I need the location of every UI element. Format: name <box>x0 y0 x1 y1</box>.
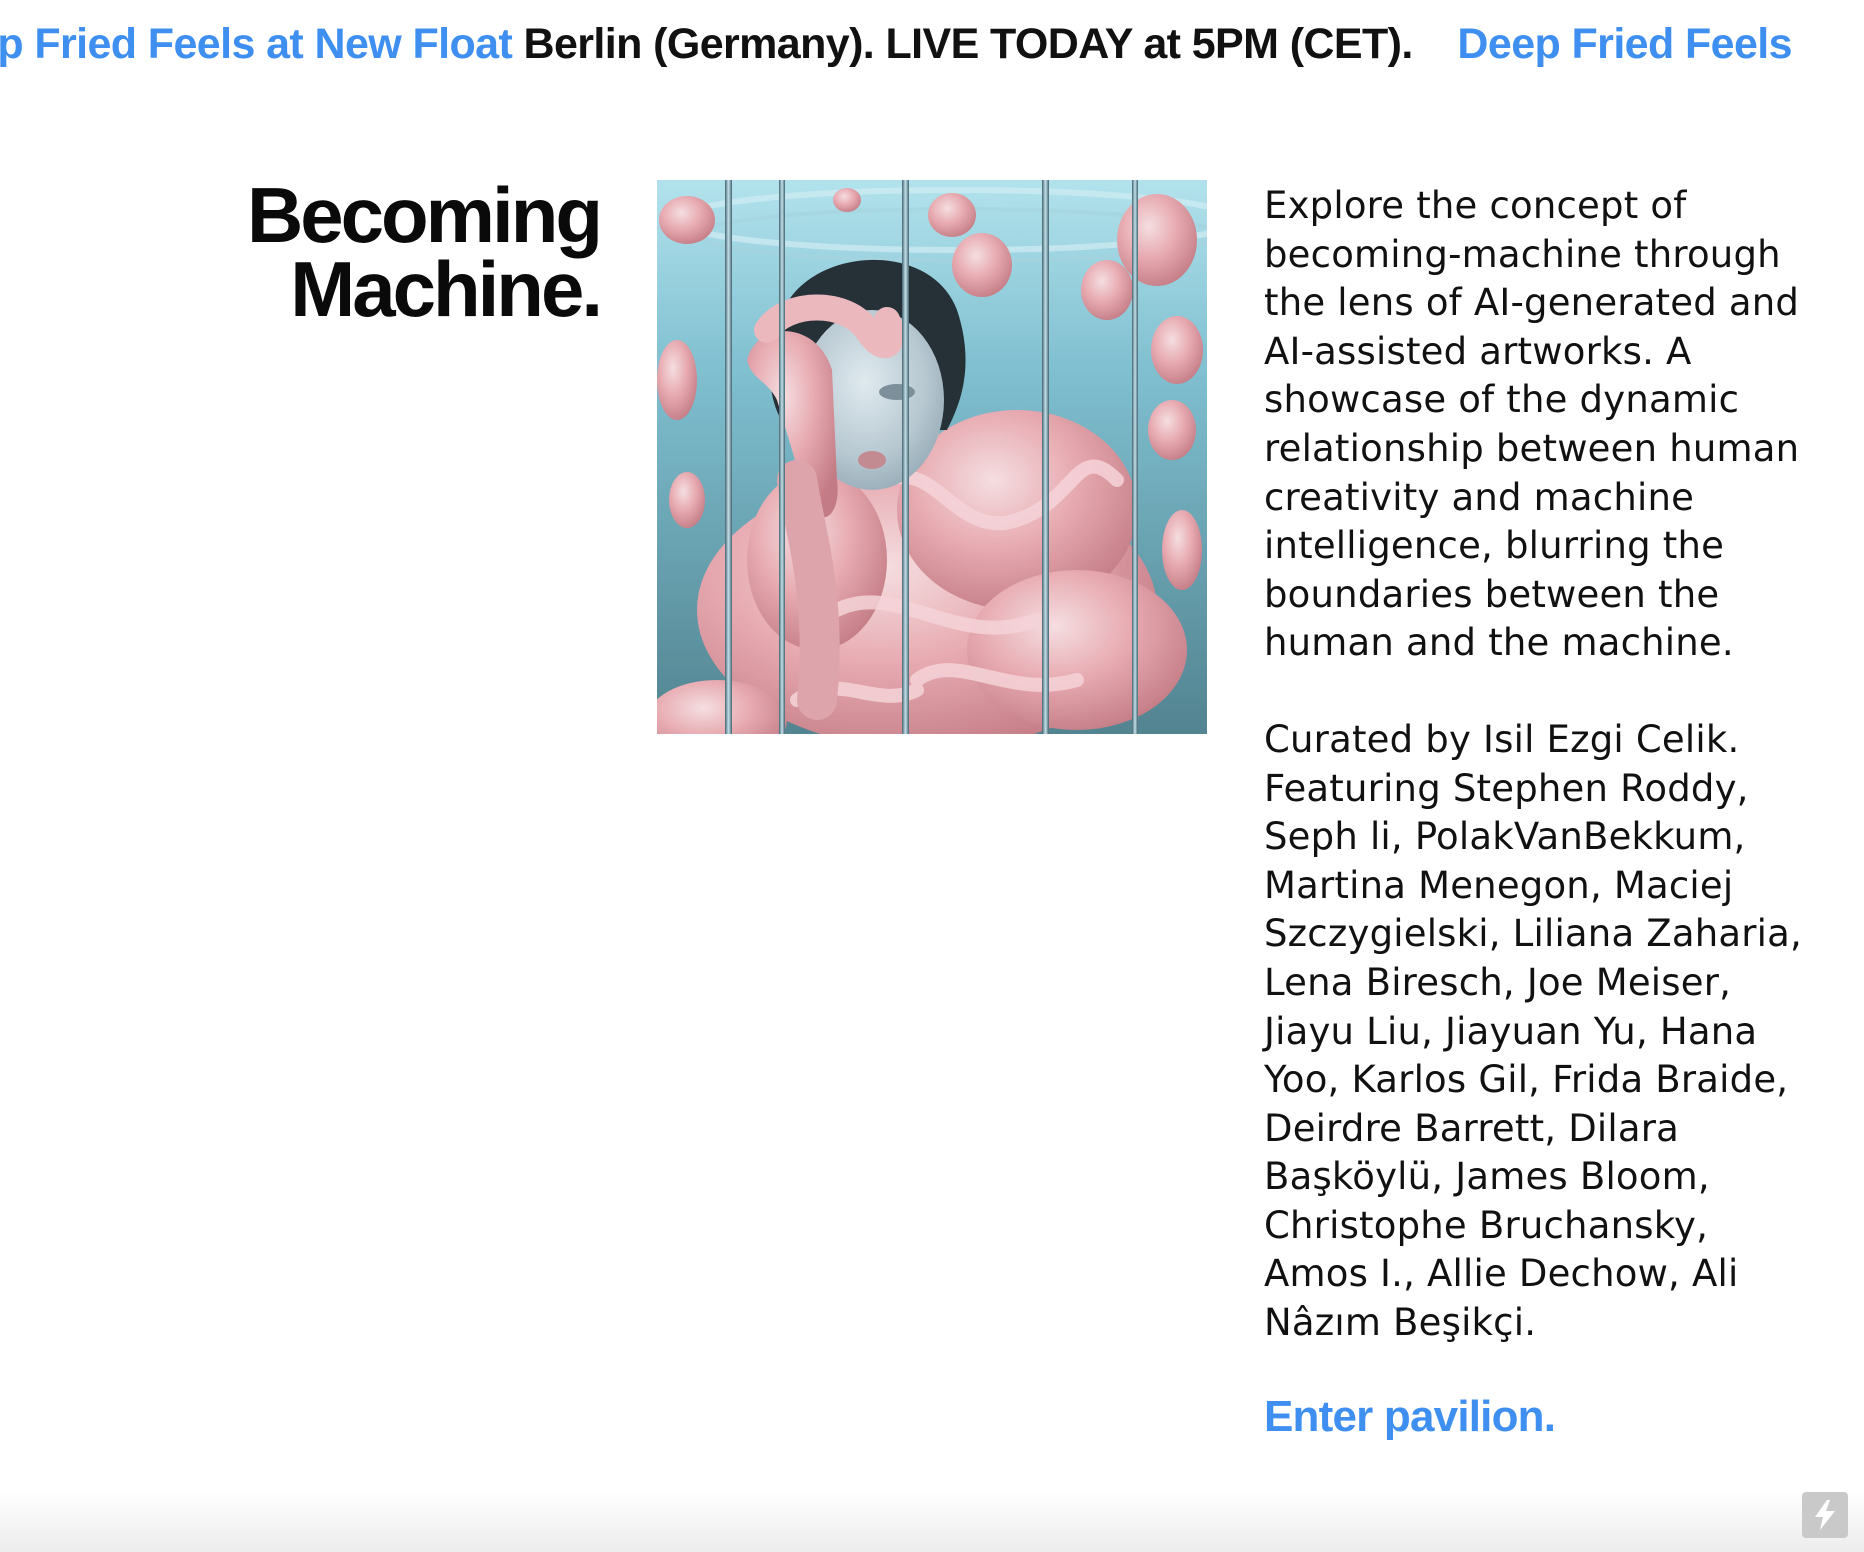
bottom-fade <box>0 1492 1864 1552</box>
ticker-text-location: Berlin (Germany). LIVE TODAY at 5PM (CET… <box>523 20 1414 68</box>
announcement-ticker: ep Fried Feels at New Float Berlin (Germ… <box>0 0 1864 90</box>
exhibition-artwork[interactable] <box>657 180 1207 734</box>
exhibition-description: Explore the concept of becoming-machine … <box>1264 184 1800 665</box>
enter-pavilion-link[interactable]: Enter pavilion. <box>1264 1392 1556 1442</box>
ticker-track: ep Fried Feels at New Float Berlin (Germ… <box>0 16 1793 72</box>
ticker-link-event[interactable]: ep Fried Feels at New Float <box>0 20 513 68</box>
exhibition-info: Explore the concept of becoming-machine … <box>1264 182 1824 1443</box>
lightning-bolt-badge[interactable] <box>1802 1492 1848 1538</box>
artwork-illustration <box>657 180 1207 734</box>
lightning-bolt-icon <box>1815 1500 1835 1530</box>
exhibition-title: Becoming Machine. <box>246 171 603 333</box>
exhibition-credits: Curated by Isil Ezgi Celik. Featuring St… <box>1264 717 1802 1345</box>
ticker-link-event-repeat[interactable]: Deep Fried Feels <box>1457 20 1792 68</box>
title-line-2: Machine. <box>290 245 603 333</box>
title-line-1: Becoming <box>246 171 603 259</box>
